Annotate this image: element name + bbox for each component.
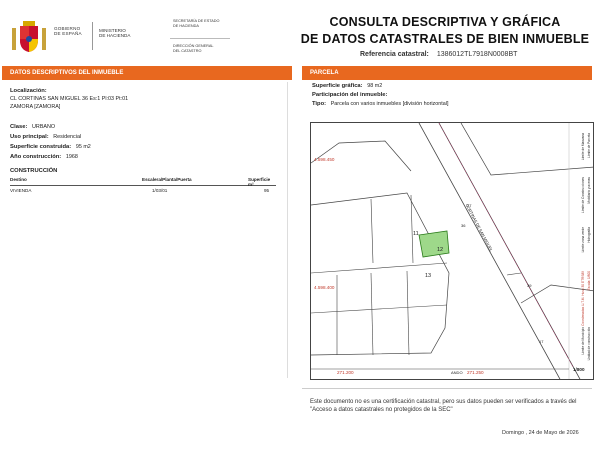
- tipo-field: Tipo: Parcela con varios inmuebles [divi…: [312, 101, 448, 107]
- uso-field: Uso principal: Residencial: [10, 134, 81, 140]
- row-destino: VIVIENDA: [10, 188, 32, 193]
- highlighted-parcel: [418, 230, 450, 258]
- legend-item-1: Límite de Manzana: [581, 133, 585, 161]
- gov-line-2: DE ESPAÑA: [54, 31, 82, 37]
- parcel-line-5: [370, 272, 374, 356]
- parcel-line-2: [370, 198, 374, 264]
- coord-x-mid: 271.250: [467, 370, 484, 375]
- cadastral-reference: Referencia catastral: 1386012TL7918N0008…: [360, 51, 517, 58]
- tipo-label: Tipo:: [312, 101, 327, 107]
- coord-x-left: 271.200: [337, 370, 354, 375]
- legend-item-4: Mobiliario y aceras: [587, 177, 591, 204]
- document-header: GOBIERNO DE ESPAÑA MINISTERIO DE HACIEND…: [0, 0, 600, 62]
- legend-item-7: Coordenadas U.T.M. Huso 30 ETRS89: [581, 271, 585, 326]
- construccion-title: CONSTRUCCIÓN: [10, 168, 58, 174]
- title-line-1: CONSULTA DESCRIPTIVA Y GRÁFICA: [329, 15, 561, 29]
- tipo-value: Parcela con varios inmuebles [división h…: [330, 101, 449, 107]
- logo-divider: [92, 22, 93, 50]
- coat-of-arms-icon: [10, 20, 48, 54]
- clase-label: Clase:: [10, 124, 28, 130]
- row-escalera: 1/03/01: [152, 188, 168, 193]
- sup-grafica-field: Superficie gráfica: 98 m2: [312, 83, 382, 89]
- superficie-label: Superficie construida:: [10, 144, 72, 150]
- parcel-label-12: 12: [437, 247, 444, 253]
- address-line-1: CL CORTINAS SAN MIGUEL 36 Es:1 Pl:03 Pt:…: [10, 96, 129, 102]
- parcel-line-7: [311, 304, 448, 314]
- address-line-2: ZAMORA [ZAMORA]: [10, 104, 61, 110]
- legend-item-3: Límite de Construcciones: [581, 177, 585, 213]
- parcel-line-8: [506, 272, 522, 276]
- government-name: GOBIERNO DE ESPAÑA: [54, 20, 88, 37]
- localizacion-label: Localización:: [10, 88, 47, 94]
- uso-label: Uso principal:: [10, 134, 49, 140]
- parcel-line-6: [406, 270, 410, 356]
- direccion-line-2: DEL CATASTRO: [173, 48, 202, 53]
- coord-y-top: 4.598.450: [314, 157, 335, 162]
- participacion-field: Participación del inmueble:: [312, 92, 387, 98]
- cadastral-map[interactable]: 4.598.450 4.598.400 271.200 271.250 11 1…: [310, 122, 594, 380]
- secretaria-line-2: DE HACIENDA: [173, 23, 199, 28]
- document-title: CONSULTA DESCRIPTIVA Y GRÁFICA DE DATOS …: [300, 14, 590, 48]
- ref-label: Referencia catastral:: [360, 51, 429, 58]
- coord-y-mid: 4.598.400: [314, 285, 335, 290]
- house-number-36: 36: [461, 223, 466, 228]
- ministry-line-2: DE HACIENDA: [99, 33, 131, 39]
- parcel-header: PARCELA: [302, 66, 592, 80]
- sup-grafica-label: Superficie gráfica:: [312, 83, 363, 89]
- uso-value: Residencial: [53, 134, 82, 140]
- document-date: Domingo , 24 de Mayo de 2026: [502, 430, 579, 436]
- legend-item-9: Límite de Municipio: [581, 327, 585, 355]
- map-legend: Límite de Manzana Límite de Parcela Lími…: [573, 131, 593, 361]
- descriptive-data-header: DATOS DESCRIPTIVOS DEL INMUEBLE: [2, 66, 292, 80]
- clase-field: Clase: URBANO: [10, 124, 55, 130]
- legend-item-10: Unidad de construcción: [587, 327, 591, 361]
- legend-item-6: Hidrografía: [587, 227, 591, 243]
- col-escalera: Escalera/Planta/Puerta: [142, 177, 192, 182]
- clase-value: URBANO: [32, 124, 56, 130]
- superficie-value: 95 m2: [75, 144, 91, 150]
- street-bottom-label: ANDO: [451, 370, 463, 375]
- direccion-name: DIRECCIÓN GENERAL DEL CATASTRO: [173, 44, 253, 53]
- title-line-2: DE DATOS CATASTRALES DE BIEN INMUEBLE: [300, 32, 590, 46]
- superficie-field: Superficie construida: 95 m2: [10, 144, 91, 150]
- construction-table-header: Destino Escalera/Planta/Puerta Superfici…: [10, 176, 276, 187]
- legend-item-8: Escala: 1/800: [587, 271, 591, 291]
- sup-grafica-value: 98 m2: [367, 83, 383, 89]
- legend-item-2: Límite de Parcela: [587, 133, 591, 158]
- descriptive-data-panel: Localización: CL CORTINAS SAN MIGUEL 36 …: [6, 82, 288, 378]
- scale-ratio: 1/800: [573, 367, 585, 372]
- legend-item-5: Límite zona verde: [581, 227, 585, 253]
- parcel-label-13: 13: [425, 273, 432, 279]
- anio-label: Año construcción:: [10, 154, 62, 160]
- ref-value: 1386012TL7918N0008BT: [436, 51, 518, 58]
- secretaria-name: SECRETARÍA DE ESTADO DE HACIENDA: [173, 19, 253, 28]
- disclaimer-notice: Este documento no es una certificación c…: [310, 399, 577, 413]
- parcel-line-1: [311, 262, 448, 274]
- row-superficie: 95: [264, 188, 270, 193]
- house-number-27: 27: [467, 203, 472, 208]
- footer-divider: [302, 388, 592, 389]
- house-number-17: 17: [539, 339, 544, 344]
- col-superficie: Superficie m²: [248, 177, 271, 187]
- map-drawing: [311, 123, 593, 379]
- participacion-label: Participación del inmueble:: [312, 92, 388, 98]
- header-divider: [170, 38, 230, 39]
- anio-field: Año construcción: 1968: [10, 154, 78, 160]
- block-top: [311, 140, 412, 172]
- table-row: VIVIENDA 1/03/01 95: [10, 187, 276, 195]
- col-destino: Destino: [10, 177, 27, 182]
- house-number-39: 39: [527, 283, 532, 288]
- anio-value: 1968: [65, 154, 78, 160]
- parcel-label-11: 11: [413, 231, 419, 237]
- parcel-line-3: [410, 194, 414, 264]
- ministry-name: MINISTERIO DE HACIENDA: [99, 20, 159, 39]
- street-edge-2: [438, 123, 581, 379]
